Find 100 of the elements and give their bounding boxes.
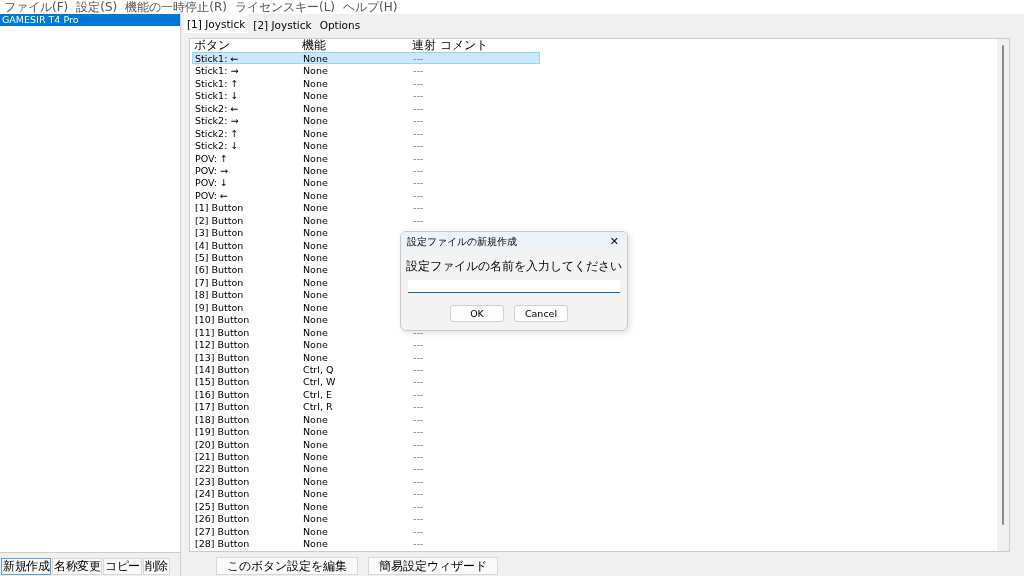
button-cell-text: Stick1: ↓ — [194, 90, 240, 103]
action-button[interactable]: 簡易設定ウィザード — [368, 557, 498, 575]
rapid-fire-cell-text: --- — [412, 401, 425, 414]
button-cell-text: [7] Button — [194, 276, 245, 290]
dialog-title: 設定ファイルの新規作成 — [407, 234, 517, 249]
rapid-fire-cell-text: --- — [412, 214, 425, 228]
button-cell-text: [19] Button — [194, 426, 251, 439]
function-cell-text: None — [302, 177, 329, 190]
button-cell-text: [21] Button — [194, 451, 251, 464]
function-cell-text: None — [302, 289, 329, 302]
rapid-fire-cell-text: --- — [412, 102, 425, 116]
rapid-fire-cell-text: --- — [412, 500, 425, 514]
column-header[interactable]: ボタン — [192, 39, 300, 52]
function-cell-text: None — [302, 500, 329, 514]
rapid-fire-cell-text: --- — [412, 426, 425, 439]
button-cell-text: [4] Button — [194, 239, 245, 252]
function-cell-text: None — [302, 351, 329, 364]
menu-item[interactable]: ヘルプ(H) — [343, 0, 398, 16]
function-cell-text: None — [302, 227, 329, 240]
button-cell-text: [18] Button — [194, 413, 251, 427]
scrollbar[interactable] — [997, 39, 1009, 551]
rapid-fire-cell-text: --- — [412, 451, 425, 464]
function-cell-text: None — [302, 264, 329, 277]
rapid-fire-cell-text: --- — [412, 152, 425, 165]
button-cell-text: [1] Button — [194, 202, 245, 215]
button-cell-text: [12] Button — [194, 339, 251, 352]
rapid-fire-cell-text: --- — [412, 413, 425, 427]
dialog-button[interactable]: Cancel — [514, 305, 568, 322]
function-cell-text: None — [302, 314, 329, 327]
rapid-fire-cell-text: --- — [412, 90, 425, 103]
rapid-fire-cell-text: --- — [412, 363, 425, 377]
column-header[interactable]: コメント — [438, 39, 518, 52]
rapid-fire-cell-text: --- — [412, 164, 425, 178]
function-cell-text: None — [302, 538, 329, 551]
function-cell-text: None — [302, 189, 329, 203]
button-cell-text: POV: ← — [194, 189, 229, 203]
button-cell-text: [14] Button — [194, 363, 251, 377]
rapid-fire-cell-text: --- — [412, 140, 425, 153]
column-header[interactable]: 連射 — [410, 39, 438, 52]
menu-item[interactable]: 設定(S) — [76, 0, 118, 16]
function-cell-text: None — [302, 513, 329, 526]
function-cell-text: None — [302, 301, 329, 315]
button-cell-text: [2] Button — [194, 214, 245, 228]
input-field[interactable] — [408, 280, 620, 293]
profile-button[interactable]: 新規作成 — [1, 558, 51, 575]
tab[interactable]: [1] Joystick — [184, 14, 249, 33]
button-cell-text: [15] Button — [194, 376, 251, 389]
function-cell-text: None — [302, 77, 329, 91]
rapid-fire-cell-text: --- — [412, 326, 425, 340]
profile-button[interactable]: 名称変更 — [52, 558, 102, 575]
rapid-fire-cell-text: --- — [412, 388, 425, 402]
dialog-button[interactable]: OK — [450, 305, 504, 322]
rapid-fire-cell-text: --- — [412, 202, 425, 215]
function-cell-text: None — [302, 127, 329, 141]
function-cell-text: None — [302, 326, 329, 340]
button-cell-text: [28] Button — [194, 538, 251, 551]
column-header[interactable]: 機能 — [300, 39, 410, 52]
rapid-fire-cell-text: --- — [412, 463, 425, 476]
menu-item[interactable]: ライセンスキー(L) — [234, 0, 335, 16]
rapid-fire-cell-text: --- — [412, 127, 425, 141]
button-cell-text: [24] Button — [194, 488, 251, 501]
button-cell-text: [26] Button — [194, 513, 251, 526]
selected-row[interactable]: Stick1: ← None --- — [192, 52, 540, 65]
function-cell-text: None — [302, 53, 329, 66]
button-cell-text: Stick1: → — [194, 65, 240, 78]
function-cell-text: None — [302, 463, 329, 476]
function-cell-text: Ctrl, W — [302, 376, 337, 389]
button-cell-text: [27] Button — [194, 525, 251, 539]
profile-button[interactable]: 削除 — [142, 558, 170, 575]
function-cell-text: Ctrl, R — [302, 401, 334, 414]
rapid-fire-cell-text: --- — [412, 115, 425, 128]
function-cell-text: None — [302, 525, 329, 539]
function-cell-text: None — [302, 102, 329, 116]
button-cell-text: [5] Button — [194, 252, 245, 265]
action-button[interactable]: このボタン設定を編集 — [216, 557, 358, 575]
rapid-fire-cell-text: --- — [412, 475, 425, 489]
close-button[interactable]: ✕ — [609, 235, 619, 248]
menu-item[interactable]: 機能の一時停止(R) — [125, 0, 227, 16]
button-cell-text: [11] Button — [194, 326, 251, 340]
function-cell-text: None — [302, 438, 329, 451]
button-cell-text: Stick2: ↑ — [194, 127, 240, 141]
rapid-fire-cell-text: --- — [412, 339, 425, 352]
rapid-fire-cell-text: --- — [412, 351, 425, 364]
rapid-fire-cell-text: --- — [412, 513, 425, 526]
button-cell-text: Stick2: ← — [194, 102, 240, 116]
rapid-fire-cell-text: --- — [412, 53, 425, 66]
profile-item[interactable]: GAMESIR T4 Pro — [0, 14, 180, 26]
profile-button[interactable]: コピー — [103, 558, 142, 575]
button-cell-text: [3] Button — [194, 227, 245, 240]
function-cell-text: None — [302, 202, 329, 215]
function-cell-text: None — [302, 140, 329, 153]
button-cell-text: [8] Button — [194, 289, 245, 302]
rapid-fire-cell-text: --- — [412, 376, 425, 389]
function-cell-text: Ctrl, Q — [302, 363, 335, 377]
button-cell-text: [16] Button — [194, 388, 251, 402]
dialog-prompt: 設定ファイルの名前を入力してください — [406, 258, 623, 275]
menu-item[interactable]: ファイル(F) — [4, 0, 69, 16]
function-cell-text: None — [302, 65, 329, 78]
button-cell-text: [17] Button — [194, 401, 251, 414]
button-cell-text: Stick1: ← — [194, 53, 240, 66]
